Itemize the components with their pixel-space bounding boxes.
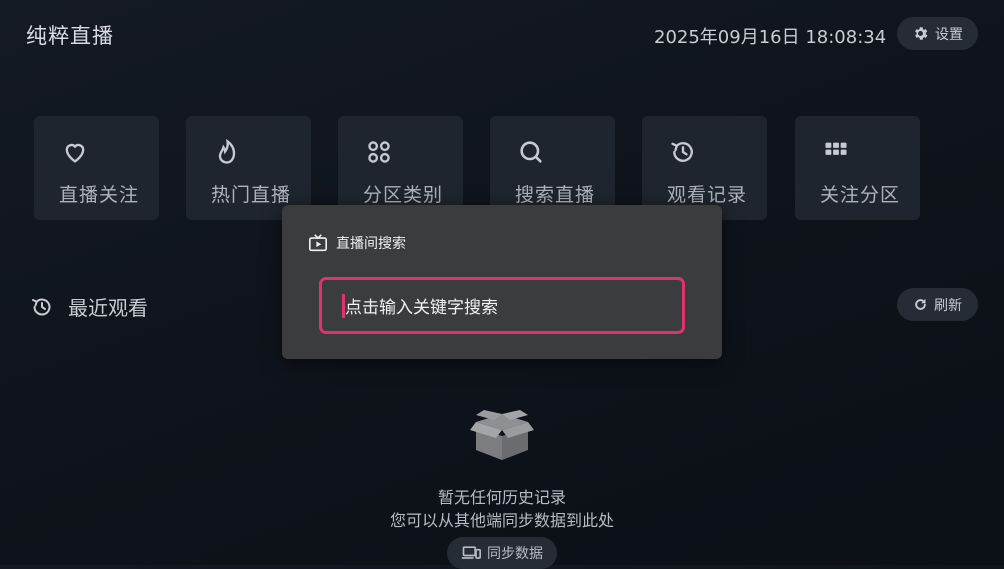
search-placeholder: 点击输入关键字搜索 (345, 298, 498, 318)
sync-label: 同步数据 (487, 546, 543, 562)
sync-data-button[interactable]: 同步数据 (447, 537, 557, 569)
app-title: 纯粹直播 (26, 24, 114, 48)
section-title: 最近观看 (68, 296, 148, 320)
search-dialog: 直播间搜索 点击输入关键字搜索 (282, 205, 722, 359)
search-icon (520, 141, 542, 163)
settings-button[interactable]: 设置 (897, 17, 978, 50)
refresh-icon (915, 298, 926, 310)
dialog-header: 直播间搜索 (308, 233, 406, 253)
heart-icon (65, 143, 85, 163)
history-icon (671, 142, 693, 162)
datetime-display: 2025年09月16日 18:08:34 (654, 27, 887, 48)
settings-label: 设置 (935, 26, 963, 43)
empty-box-icon (470, 410, 534, 460)
empty-state-title: 暂无任何历史记录 (437, 488, 566, 507)
search-input[interactable]: 点击输入关键字搜索 (319, 277, 685, 334)
grid-icon (825, 142, 847, 155)
empty-state-subtitle: 您可以从其他端同步数据到此处 (389, 511, 614, 530)
history-icon (32, 298, 51, 315)
recent-section-header: 最近观看 (30, 292, 148, 321)
gear-icon (915, 27, 928, 40)
tile-label: 热门直播 (211, 184, 292, 206)
devices-icon (461, 546, 481, 559)
dialog-title: 直播间搜索 (336, 236, 406, 252)
category-icon (368, 141, 390, 163)
tile-label: 搜索直播 (515, 184, 596, 206)
tile-label: 分区类别 (363, 184, 444, 206)
tile-followed-live[interactable]: 直播关注 (34, 116, 159, 220)
flame-icon (218, 138, 236, 164)
tile-label: 观看记录 (667, 184, 748, 206)
tv-icon (309, 234, 327, 252)
tile-label: 关注分区 (820, 184, 901, 206)
refresh-label: 刷新 (934, 297, 962, 314)
tile-label: 直播关注 (59, 184, 140, 206)
refresh-button[interactable]: 刷新 (897, 288, 978, 321)
tile-followed-categories[interactable]: 关注分区 (795, 116, 920, 220)
